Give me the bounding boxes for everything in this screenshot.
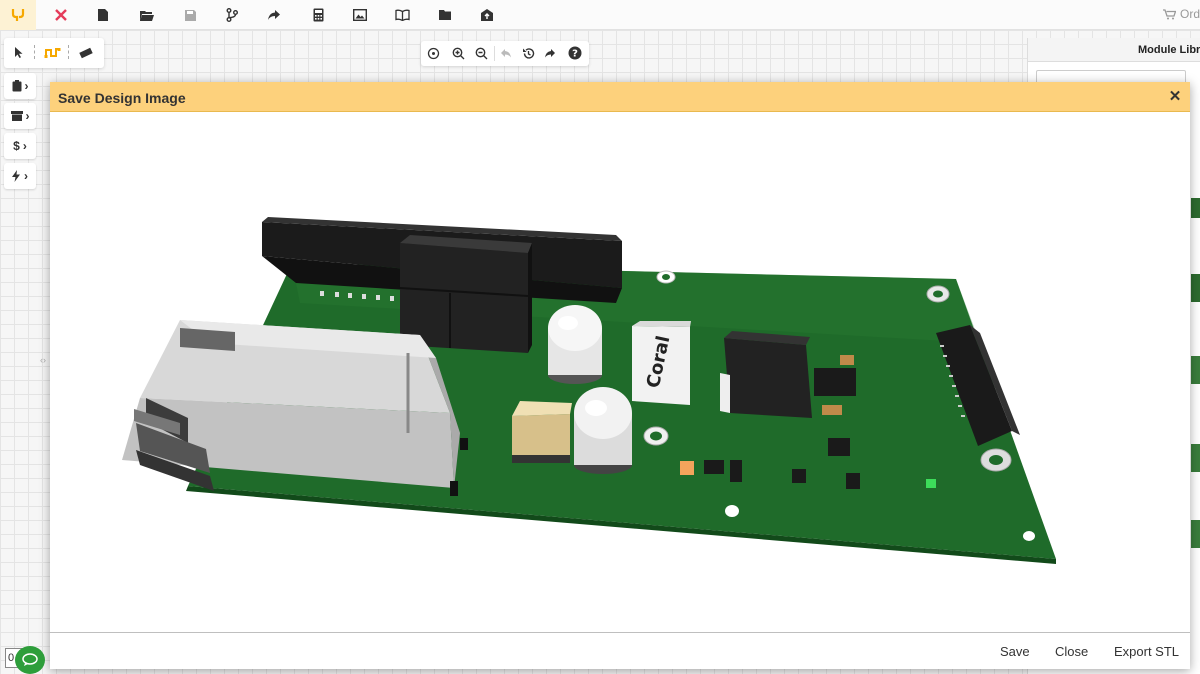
side-button-dollar[interactable]: $ › [4, 133, 36, 159]
inductor [720, 331, 812, 418]
lightning-icon [12, 170, 20, 182]
zoom-out-icon[interactable] [472, 44, 490, 62]
chat-button[interactable] [15, 646, 45, 674]
folder-icon[interactable] [435, 5, 455, 25]
module-thumb[interactable] [1191, 198, 1200, 218]
chevron-right-icon: › [25, 109, 30, 123]
coral-module: Coral [632, 321, 691, 405]
top-toolbar: Ord [0, 0, 1200, 30]
module-thumb[interactable] [1191, 444, 1200, 472]
ic-chip [846, 473, 860, 489]
dialog-title: Save Design Image [58, 90, 186, 106]
redo-icon[interactable] [541, 44, 559, 62]
module-thumb[interactable] [1191, 356, 1200, 384]
resistor [680, 461, 694, 475]
ic-chip [792, 469, 806, 483]
smd-part [450, 481, 458, 496]
save-icon[interactable] [180, 5, 200, 25]
dialog-header: Save Design Image ✕ [50, 82, 1190, 112]
capacitor-2 [574, 387, 632, 474]
share-icon[interactable] [264, 5, 284, 25]
smd-part [460, 438, 468, 450]
wire-tool-icon[interactable] [44, 46, 61, 64]
tool-panel [4, 38, 104, 68]
capacitor-1 [548, 305, 602, 384]
ic-chip [828, 438, 850, 456]
export-stl-button[interactable]: Export STL [1114, 644, 1179, 659]
dollar-icon: $ [13, 139, 20, 153]
save-design-image-dialog: Save Design Image ✕ Coral Save Close Exp… [50, 82, 1190, 669]
ic-chip [730, 460, 742, 482]
panel-collapse-handle[interactable]: ‹› [40, 355, 46, 365]
upload-icon[interactable] [477, 5, 497, 25]
zoom-controls: ? [421, 41, 589, 66]
clipboard-icon [12, 80, 21, 92]
pointer-icon[interactable] [14, 46, 24, 64]
part-tool-icon[interactable] [78, 46, 94, 64]
chevron-right-icon: › [22, 139, 27, 153]
side-button-clipboard[interactable]: › [4, 73, 36, 99]
history-icon[interactable] [519, 44, 537, 62]
module-library-title: Module Libra [1138, 44, 1200, 56]
image-icon[interactable] [350, 5, 370, 25]
ethernet-jack [122, 320, 460, 491]
logo-button[interactable] [0, 0, 36, 30]
side-button-archive[interactable]: › [4, 103, 36, 129]
zoom-in-icon[interactable] [449, 44, 467, 62]
zoom-fit-icon[interactable] [424, 44, 442, 62]
svg-text:?: ? [572, 49, 578, 60]
led [926, 479, 936, 488]
resistor [822, 405, 842, 415]
crystal-oscillator [512, 401, 572, 463]
help-icon[interactable]: ? [566, 44, 584, 62]
chat-icon [22, 653, 38, 666]
chevron-right-icon: › [24, 79, 29, 93]
dialog-footer: Save Close Export STL [50, 632, 1190, 669]
zoom-divider [494, 46, 495, 61]
cart-icon [1162, 8, 1176, 19]
pcb-3d-render: Coral [122, 217, 1056, 564]
book-icon[interactable] [392, 5, 412, 25]
ic-chip [814, 368, 856, 396]
tool-divider [68, 45, 69, 59]
undo-icon[interactable] [497, 44, 515, 62]
3d-board-viewport[interactable]: Coral [50, 113, 1190, 632]
calculator-icon[interactable] [308, 5, 328, 25]
side-button-lightning[interactable]: › [4, 163, 36, 189]
close-button[interactable]: Close [1055, 644, 1088, 659]
order-link[interactable]: Ord [1162, 7, 1200, 21]
module-thumb[interactable] [1191, 520, 1200, 548]
order-label: Ord [1179, 7, 1200, 21]
resistor [840, 355, 854, 365]
module-thumb[interactable] [1191, 274, 1200, 302]
close-icon[interactable]: ✕ [1166, 87, 1184, 105]
archive-icon [10, 111, 23, 121]
tool-divider [34, 45, 35, 59]
chevron-right-icon: › [24, 169, 28, 183]
save-button[interactable]: Save [1000, 644, 1030, 659]
logo-icon [11, 9, 25, 21]
tools-icon[interactable] [51, 5, 71, 25]
ic-chip [704, 460, 724, 474]
new-file-icon[interactable] [93, 5, 113, 25]
open-folder-icon[interactable] [137, 5, 157, 25]
branch-icon[interactable] [222, 5, 242, 25]
